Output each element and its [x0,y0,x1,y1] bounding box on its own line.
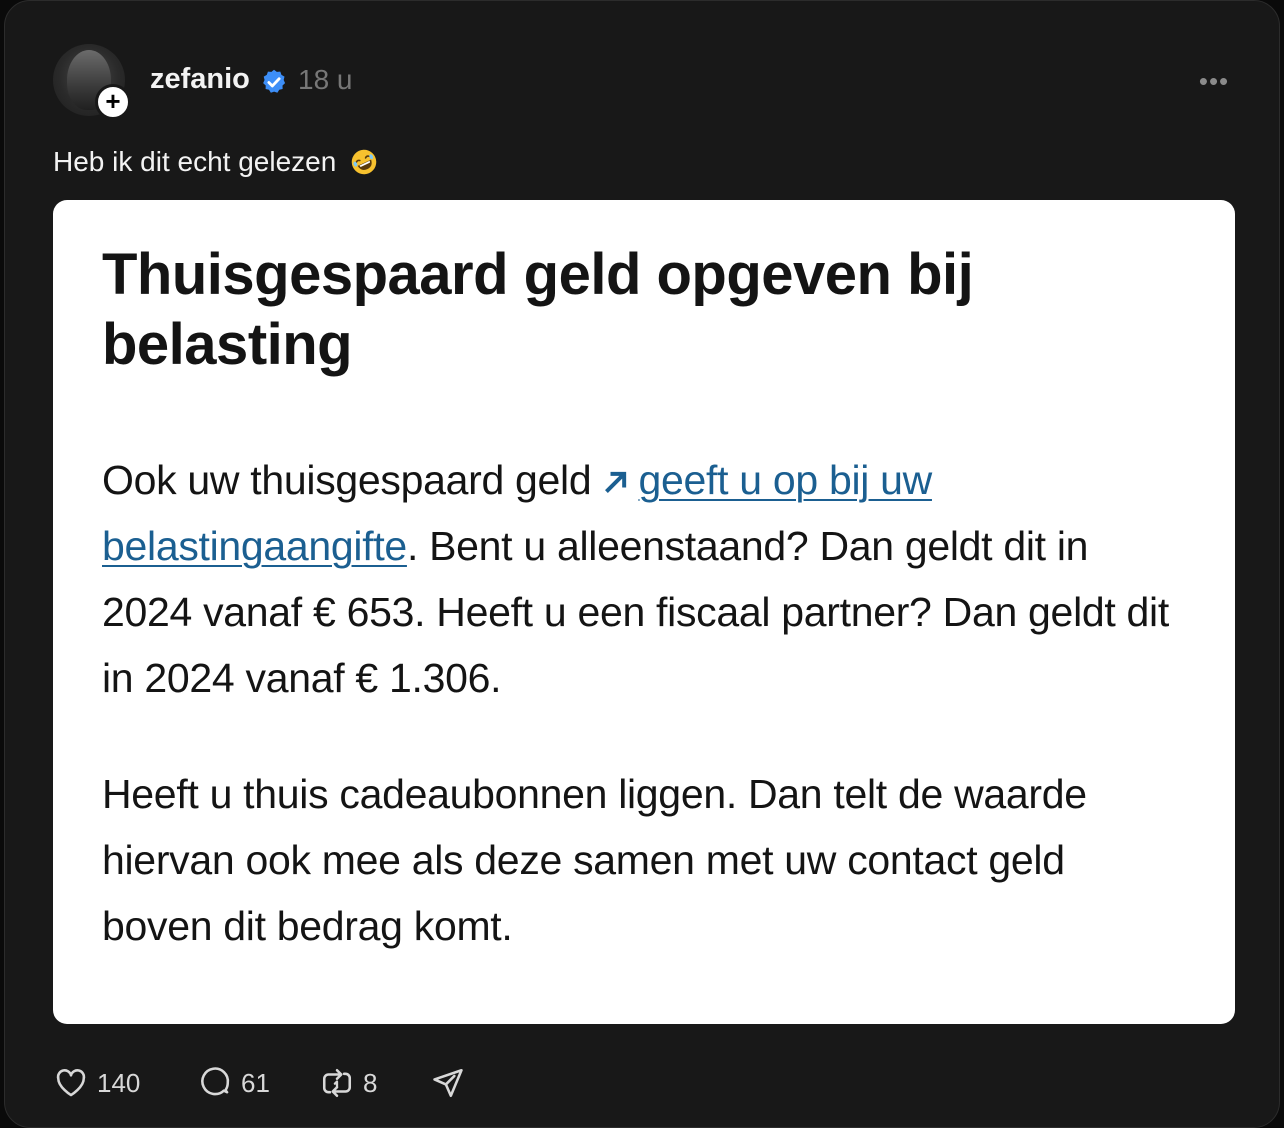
external-arrow-icon [605,471,627,493]
article-paragraph-2: Heeft u thuis cadeaubonnen liggen. Dan t… [102,771,1087,949]
article-headline: Thuisgespaard geld opgeven bij belasting [102,242,974,377]
like-button[interactable]: 140 [53,1062,140,1104]
post-timestamp: 18 u [298,64,353,95]
more-options-icon[interactable]: ••• [1196,66,1232,96]
verified-badge-icon [263,69,286,93]
username[interactable]: zefanio [150,63,250,96]
send-icon [433,1068,463,1098]
follow-button[interactable]: + [95,84,131,120]
paragraph-text: Ook uw thuisgespaard geld [102,457,603,503]
like-count: 140 [97,1067,141,1098]
repost-button[interactable]: 8 [319,1062,377,1104]
laughing-emoji-icon [351,149,377,175]
share-button[interactable] [429,1062,467,1104]
reply-button[interactable]: 61 [197,1062,270,1104]
caption-text: Heb ik dit echt gelezen [53,146,337,177]
heart-icon [56,1069,86,1097]
repost-icon [322,1068,352,1098]
speech-bubble-icon [201,1067,230,1096]
post-caption: Heb ik dit echt gelezen [53,146,378,178]
article-paragraph-1: Ook uw thuisgespaard geld geeft u op bij… [102,447,1182,711]
reply-count: 61 [241,1067,270,1098]
repost-count: 8 [363,1067,378,1098]
attached-image[interactable]: Thuisgespaard geld opgeven bij belasting… [53,200,1235,1024]
